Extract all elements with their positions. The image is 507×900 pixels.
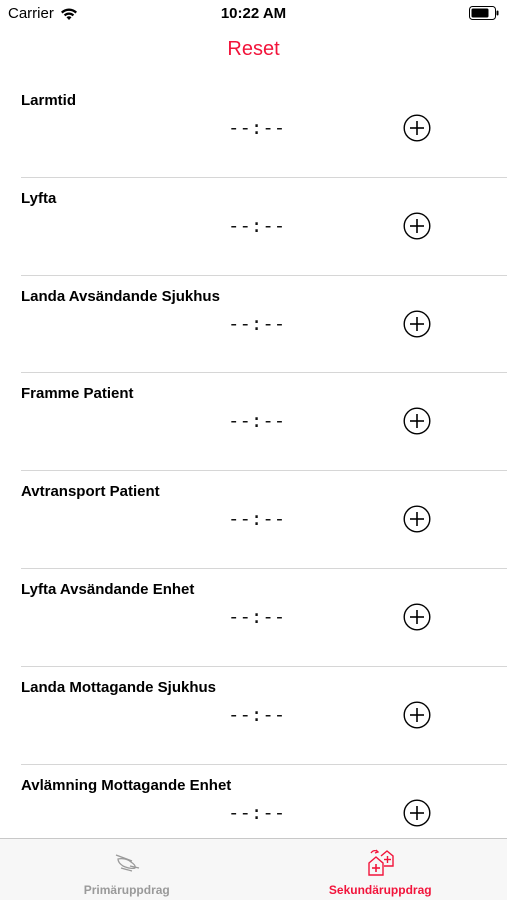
hospital-transfer-icon	[368, 849, 394, 876]
row-title: Lyfta Avsändande Enhet	[21, 580, 195, 598]
list-item: Lyfta --:--	[0, 178, 507, 276]
tab-bar: Primäruppdrag Sekundäruppdrag	[0, 838, 507, 900]
row-time: --:--	[228, 703, 286, 726]
list-item: Lyfta Avsändande Enhet --:--	[0, 569, 507, 667]
tab-primaruppdrag[interactable]: Primäruppdrag	[0, 839, 254, 900]
add-time-icon[interactable]	[403, 310, 431, 338]
row-title: Avtransport Patient	[21, 483, 160, 501]
helicopter-icon	[115, 854, 139, 872]
list-item: Landa Avsändande Sjukhus --:--	[0, 276, 507, 374]
tab-sekundaruppdrag[interactable]: Sekundäruppdrag	[254, 839, 507, 900]
row-title: Larmtid	[21, 92, 77, 109]
add-time-icon[interactable]	[403, 603, 431, 631]
status-bar: Carrier 10:22 AM	[0, 0, 507, 28]
row-time: --:--	[228, 801, 286, 824]
event-time-list: Larmtid --:-- Lyfta --:-- Landa Avsändan…	[0, 80, 507, 862]
row-time: --:--	[228, 312, 286, 335]
row-time: --:--	[228, 214, 286, 237]
add-time-icon[interactable]	[403, 212, 431, 240]
reset-button[interactable]: Reset	[0, 38, 507, 61]
row-time: --:--	[228, 117, 286, 139]
list-item: Avtransport Patient --:--	[0, 471, 507, 569]
row-time: --:--	[228, 410, 286, 433]
list-item: Landa Mottagande Sjukhus --:--	[0, 667, 507, 765]
row-title: Landa Mottagande Sjukhus	[21, 678, 217, 696]
row-title: Lyfta	[21, 189, 57, 207]
add-time-icon[interactable]	[403, 407, 431, 435]
row-time: --:--	[228, 508, 286, 531]
add-time-icon[interactable]	[403, 799, 431, 827]
row-title: Framme Patient	[21, 385, 134, 403]
tab-label: Sekundäruppdrag	[328, 883, 432, 897]
battery-icon	[469, 6, 499, 20]
list-item: Framme Patient --:--	[0, 373, 507, 472]
list-item: Larmtid --:--	[0, 80, 507, 178]
add-time-icon[interactable]	[403, 701, 431, 729]
add-time-icon[interactable]	[403, 505, 431, 533]
tab-label: Primäruppdrag	[83, 883, 170, 897]
row-title: Landa Avsändande Sjukhus	[21, 287, 220, 305]
row-title: Avlämning Mottagande Enhet	[21, 776, 232, 794]
add-time-icon[interactable]	[403, 114, 431, 142]
row-time: --:--	[228, 605, 286, 628]
status-time: 10:22 AM	[220, 5, 287, 22]
